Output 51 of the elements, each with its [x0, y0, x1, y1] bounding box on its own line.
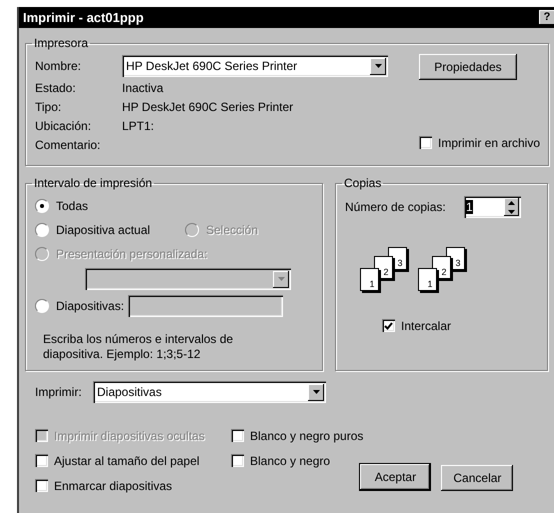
radio-label: Diapositivas: [56, 299, 124, 313]
checkbox-label: Enmarcar diapositivas [54, 478, 172, 492]
copies-spinner[interactable]: 1 [464, 196, 521, 218]
checkbox[interactable] [35, 454, 48, 467]
info-label: Ubicación: [35, 118, 92, 132]
checkbox[interactable] [419, 136, 432, 149]
info-label: Tipo: [35, 100, 62, 114]
radio-button[interactable] [35, 299, 49, 313]
group-title: Intervalo de impresión [33, 176, 154, 190]
info-value: Inactiva [122, 80, 164, 94]
checkbox-label: Imprimir diapositivas ocultas [54, 428, 205, 442]
info-label: Comentario: [35, 138, 102, 152]
field-label: Imprimir: [35, 385, 83, 399]
checkbox-label: Blanco y negro puros [250, 428, 364, 442]
range-hint: Escriba los números e intervalos de diapositiva. Ejemplo: 1;3;5-12 [43, 332, 234, 362]
dropdown-arrow-icon [312, 390, 320, 394]
checkbox[interactable] [231, 454, 244, 467]
dialog-button[interactable]: Cancelar [441, 465, 514, 491]
up-arrow-icon [508, 200, 515, 204]
info-value: HP DeskJet 690C Series Printer [122, 100, 294, 114]
checkbox[interactable] [382, 319, 395, 332]
window-title: Imprimir - act01ppp [23, 10, 144, 25]
radio-label: Presentación personalizada: [56, 247, 208, 261]
custom-show-dropdown[interactable] [85, 268, 291, 290]
field-label: Nombre: [35, 59, 82, 73]
radio-label: Diapositiva actual [56, 223, 150, 237]
checkbox[interactable] [35, 479, 48, 492]
printer-dropdown[interactable]: HP DeskJet 690C Series Printer [122, 55, 388, 77]
help-button[interactable]: ? [539, 10, 554, 25]
dropdown-arrow-icon [374, 64, 382, 68]
radio-button[interactable] [35, 199, 49, 213]
checkmark-icon [384, 322, 393, 330]
radio-button[interactable] [35, 223, 49, 237]
checkbox[interactable] [231, 429, 244, 442]
properties-button[interactable]: Propiedades [419, 54, 517, 80]
group-title: Copias [343, 176, 382, 190]
checkbox-label: Imprimir en archivo [438, 136, 540, 150]
dialog-button[interactable]: Aceptar [359, 463, 432, 491]
checkbox-label: Ajustar al tamaño del papel [54, 454, 200, 468]
field-label: Número de copias: [345, 200, 447, 214]
checkbox-label: Blanco y negro [250, 454, 330, 468]
checkbox-label: Intercalar [401, 318, 452, 332]
print-what-dropdown[interactable]: Diapositivas [93, 381, 326, 403]
radio-label: Selección [206, 223, 258, 237]
dropdown-arrow-icon [508, 210, 515, 214]
group-title: Impresora [33, 36, 90, 50]
info-label: Estado: [35, 80, 77, 94]
slides-input[interactable] [128, 295, 284, 317]
dropdown-arrow-icon [278, 277, 284, 281]
radio-label: Todas [56, 199, 88, 213]
info-value: LPT1: [122, 118, 154, 132]
